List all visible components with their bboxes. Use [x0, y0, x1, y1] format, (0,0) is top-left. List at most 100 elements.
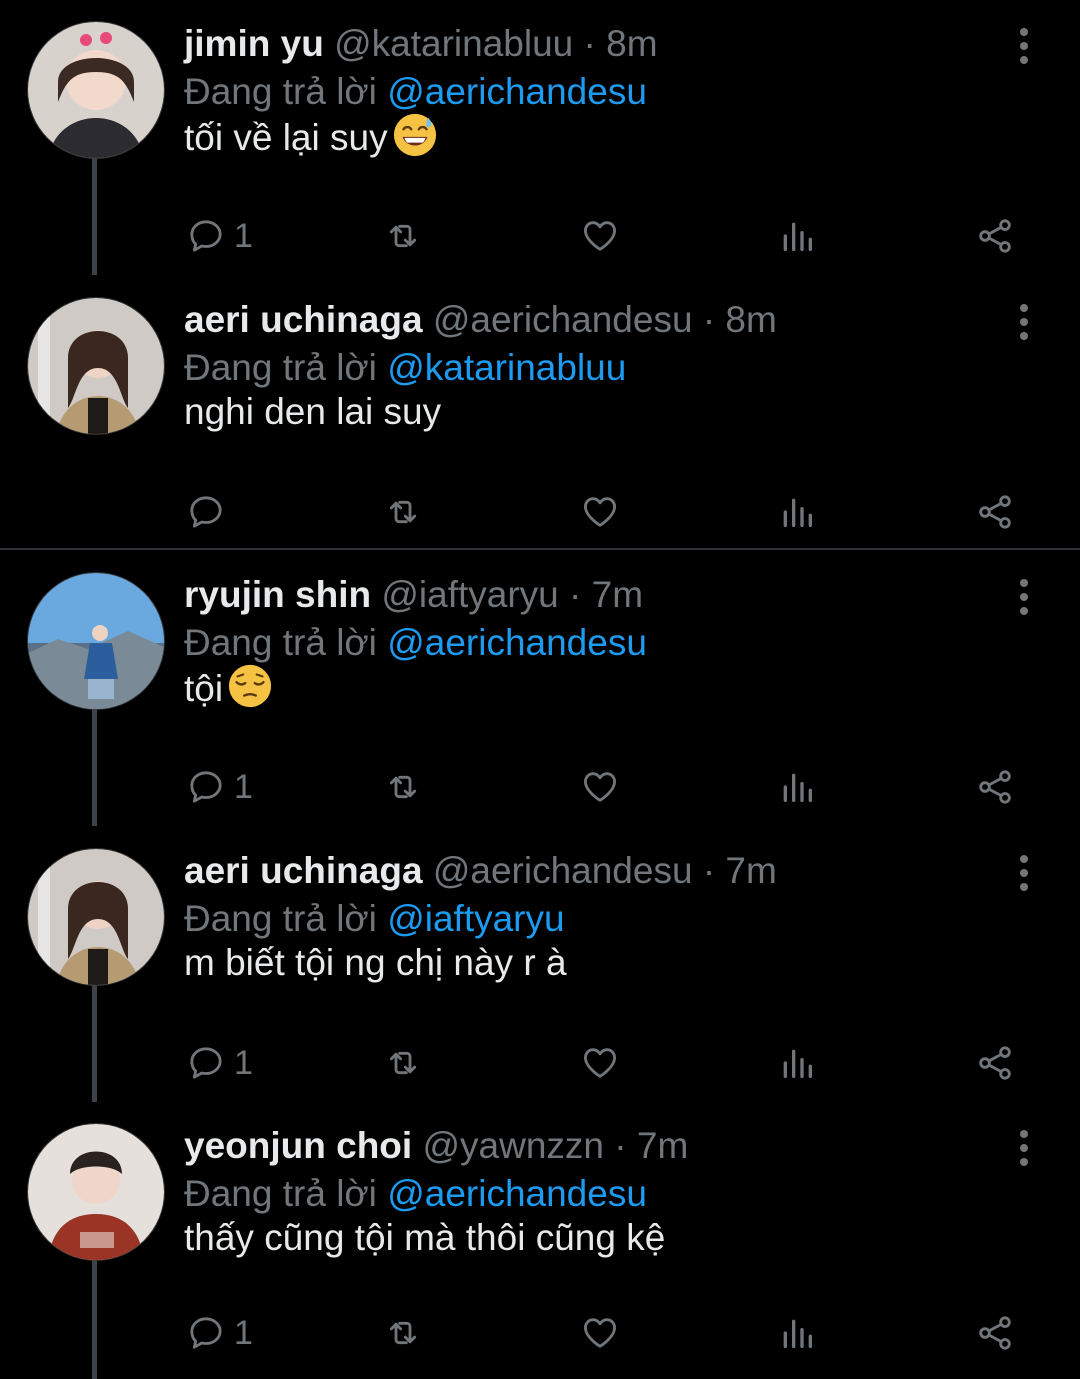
- pensive-emoji-icon: [227, 663, 273, 709]
- views-button[interactable]: [777, 211, 817, 261]
- like-icon: [580, 767, 620, 807]
- action-bar: 1: [0, 762, 1080, 812]
- retweet-button[interactable]: [383, 211, 423, 261]
- views-button[interactable]: [777, 1038, 817, 1088]
- mention-link[interactable]: @aerichandesu: [387, 622, 647, 663]
- tweet-header: yeonjun choi @yawnzzn · 7m: [184, 1124, 688, 1168]
- tweet[interactable]: jimin yu @katarinabluu · 8m Đang trả lời…: [0, 0, 1080, 275]
- replying-prefix: Đang trả lời: [184, 1173, 377, 1214]
- mention-link[interactable]: @aerichandesu: [387, 71, 647, 112]
- tweet-text-content: m biết tội ng chị này r à: [184, 942, 567, 983]
- reply-button[interactable]: 1: [186, 1038, 253, 1088]
- avatar[interactable]: [27, 1123, 165, 1261]
- avatar[interactable]: [27, 297, 165, 435]
- like-button[interactable]: [580, 1038, 620, 1088]
- display-name[interactable]: yeonjun choi: [184, 1125, 412, 1166]
- reply-button[interactable]: [186, 487, 226, 537]
- share-button[interactable]: [975, 487, 1015, 537]
- more-icon[interactable]: [1008, 26, 1040, 66]
- retweet-button[interactable]: [383, 487, 423, 537]
- like-icon: [580, 1043, 620, 1083]
- avatar[interactable]: [27, 848, 165, 986]
- share-icon: [975, 1313, 1015, 1353]
- reply-icon: [186, 767, 226, 807]
- avatar[interactable]: [27, 21, 165, 159]
- more-icon[interactable]: [1008, 1128, 1040, 1168]
- more-icon[interactable]: [1008, 577, 1040, 617]
- retweet-icon: [383, 1313, 423, 1353]
- tweet[interactable]: aeri uchinaga @aerichandesu · 8m Đang tr…: [0, 276, 1080, 548]
- like-button[interactable]: [580, 1308, 620, 1358]
- action-bar: 1: [0, 1308, 1080, 1358]
- username[interactable]: @aerichandesu: [433, 850, 693, 891]
- action-bar: [0, 487, 1080, 537]
- username[interactable]: @iaftyaryu: [381, 574, 558, 615]
- reply-button[interactable]: 1: [186, 1308, 253, 1358]
- tweet[interactable]: aeri uchinaga @aerichandesu · 7m Đang tr…: [0, 827, 1080, 1102]
- retweet-icon: [383, 767, 423, 807]
- like-icon: [580, 216, 620, 256]
- mention-link[interactable]: @iaftyaryu: [387, 898, 564, 939]
- retweet-button[interactable]: [383, 1038, 423, 1088]
- timestamp[interactable]: · 8m: [584, 23, 658, 64]
- reply-button[interactable]: 1: [186, 762, 253, 812]
- tweet-text-content: thấy cũng tội mà thôi cũng kệ: [184, 1217, 666, 1258]
- more-icon[interactable]: [1008, 302, 1040, 342]
- display-name[interactable]: jimin yu: [184, 23, 324, 64]
- views-icon: [777, 767, 817, 807]
- share-button[interactable]: [975, 1308, 1015, 1358]
- retweet-icon: [383, 216, 423, 256]
- mention-link[interactable]: @aerichandesu: [387, 1173, 647, 1214]
- timestamp[interactable]: · 8m: [703, 299, 777, 340]
- display-name[interactable]: ryujin shin: [184, 574, 371, 615]
- username[interactable]: @katarinabluu: [334, 23, 573, 64]
- share-button[interactable]: [975, 211, 1015, 261]
- views-button[interactable]: [777, 762, 817, 812]
- more-icon[interactable]: [1008, 853, 1040, 893]
- reply-count: 1: [234, 1313, 253, 1352]
- share-icon: [975, 216, 1015, 256]
- thread-divider: [0, 548, 1080, 550]
- replying-prefix: Đang trả lời: [184, 347, 377, 388]
- action-bar: 1: [0, 211, 1080, 261]
- timestamp[interactable]: · 7m: [703, 850, 777, 891]
- views-button[interactable]: [777, 1308, 817, 1358]
- replying-prefix: Đang trả lời: [184, 898, 377, 939]
- like-icon: [580, 492, 620, 532]
- retweet-icon: [383, 1043, 423, 1083]
- action-bar: 1: [0, 1038, 1080, 1088]
- sweat-smile-emoji-icon: [392, 112, 438, 158]
- share-button[interactable]: [975, 762, 1015, 812]
- replying-to: Đang trả lời @iaftyaryu: [184, 897, 565, 941]
- like-button[interactable]: [580, 487, 620, 537]
- replying-to: Đang trả lời @aerichandesu: [184, 621, 647, 665]
- display-name[interactable]: aeri uchinaga: [184, 850, 423, 891]
- mention-link[interactable]: @katarinabluu: [387, 347, 626, 388]
- reply-button[interactable]: 1: [186, 211, 253, 261]
- display-name[interactable]: aeri uchinaga: [184, 299, 423, 340]
- tweet-header: aeri uchinaga @aerichandesu · 7m: [184, 849, 777, 893]
- retweet-button[interactable]: [383, 762, 423, 812]
- retweet-button[interactable]: [383, 1308, 423, 1358]
- views-icon: [777, 216, 817, 256]
- share-button[interactable]: [975, 1038, 1015, 1088]
- username[interactable]: @yawnzzn: [422, 1125, 604, 1166]
- tweet[interactable]: yeonjun choi @yawnzzn · 7m Đang trả lời …: [0, 1102, 1080, 1379]
- tweet-text-content: tối về lại suy: [184, 117, 388, 158]
- like-button[interactable]: [580, 211, 620, 261]
- username[interactable]: @aerichandesu: [433, 299, 693, 340]
- views-icon: [777, 492, 817, 532]
- share-icon: [975, 492, 1015, 532]
- views-button[interactable]: [777, 487, 817, 537]
- reply-icon: [186, 1313, 226, 1353]
- tweet-text-content: nghi den lai suy: [184, 391, 442, 432]
- timestamp[interactable]: · 7m: [614, 1125, 688, 1166]
- tweet-text: m biết tội ng chị này r à: [184, 939, 567, 987]
- views-icon: [777, 1313, 817, 1353]
- avatar[interactable]: [27, 572, 165, 710]
- tweet[interactable]: ryujin shin @iaftyaryu · 7m Đang trả lời…: [0, 551, 1080, 826]
- like-button[interactable]: [580, 762, 620, 812]
- timestamp[interactable]: · 7m: [569, 574, 643, 615]
- tweet-header: ryujin shin @iaftyaryu · 7m: [184, 573, 643, 617]
- replying-prefix: Đang trả lời: [184, 622, 377, 663]
